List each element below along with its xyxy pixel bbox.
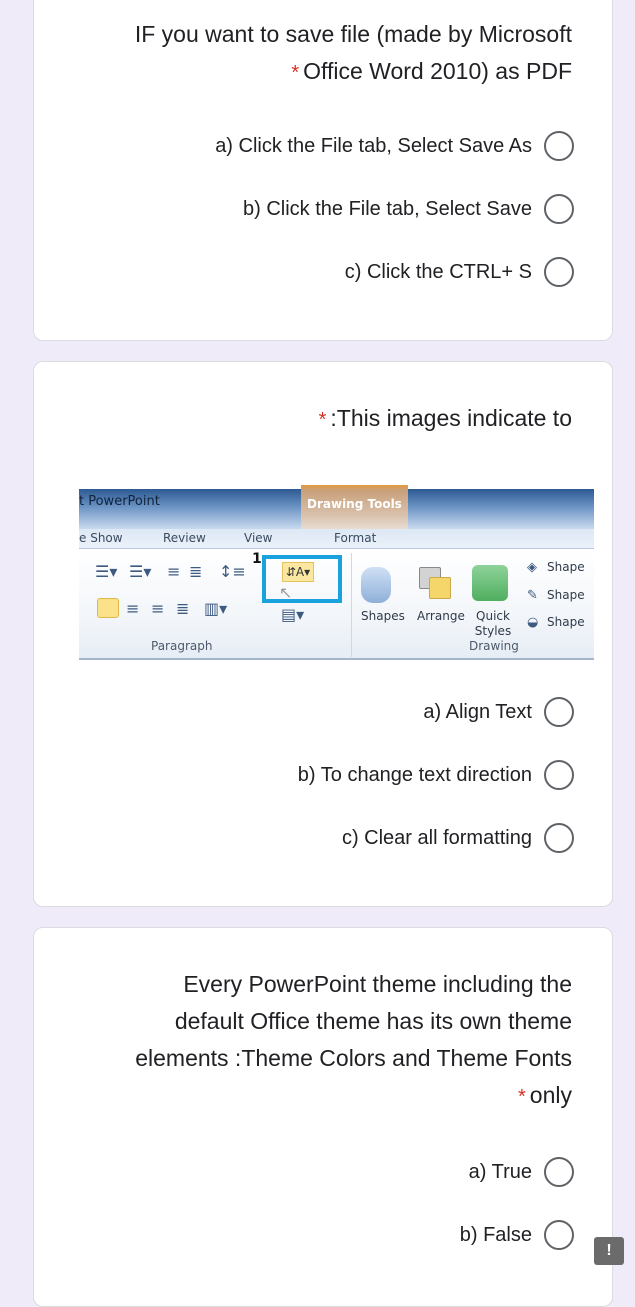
shape-outline-label: Shape [547, 588, 585, 602]
radio-button[interactable] [544, 257, 574, 287]
option-label: c) Clear all formatting [341, 826, 532, 849]
option-clear-formatting[interactable]: c) Clear all formatting [342, 823, 574, 853]
numbering-icon: ☰▾ [129, 562, 152, 581]
option-save-as[interactable]: a) Click the File tab, Select Save As [215, 131, 574, 161]
shapes-icon [361, 567, 391, 603]
question-title-line: IF you want to save file (made by Micros… [134, 21, 572, 47]
justify-icon: ≣ [176, 599, 190, 618]
shape-fill-icon: ◈ [527, 560, 537, 575]
question-card-save-pdf: IF you want to save file (made by Micros… [33, 0, 613, 341]
option-save[interactable]: b) Click the File tab, Select Save [243, 194, 574, 224]
question-title: Every PowerPoint theme including the def… [135, 966, 572, 1116]
align-center-icon: ≡ [126, 599, 140, 618]
option-text-direction[interactable]: b) To change text direction [298, 760, 574, 790]
question-title-line: Every PowerPoint theme including the [183, 971, 572, 997]
drawing-tools-label: Drawing Tools [307, 497, 402, 511]
option-true[interactable]: a) True [469, 1157, 574, 1187]
question-title: IF you want to save file (made by Micros… [135, 16, 572, 92]
group-separator [351, 553, 352, 657]
option-label: a) Align Text [423, 700, 532, 723]
app-title: t PowerPoint [79, 494, 160, 509]
question-title: *:This images indicate to [319, 400, 572, 439]
required-asterisk: * [518, 1086, 526, 1108]
tab-view: View [244, 531, 273, 545]
radio-button[interactable] [544, 1157, 574, 1187]
highlight-box [262, 555, 342, 603]
arrange-button: Arrange [417, 609, 465, 623]
option-align-text[interactable]: a) Align Text [423, 697, 574, 727]
radio-button[interactable] [544, 823, 574, 853]
required-asterisk: * [291, 62, 300, 84]
shape-outline-icon: ✎ [527, 588, 538, 603]
bullets-icon: ☰▾ [95, 562, 118, 581]
shape-fill-label: Shape [547, 560, 585, 574]
option-label: b) To change text direction [297, 763, 532, 786]
arrange-icon-front [429, 577, 451, 599]
quick-styles-button: Quick Styles [474, 609, 512, 638]
required-asterisk: * [318, 409, 327, 431]
align-left-icon [97, 598, 119, 618]
option-label: a) True [468, 1160, 532, 1183]
option-ctrl-s[interactable]: c) Click the CTRL+ S [345, 257, 574, 287]
radio-button[interactable] [544, 1220, 574, 1250]
option-label: a) Click the File tab, Select Save As [215, 134, 532, 157]
cursor-icon: ↖ [279, 583, 293, 602]
question-title-line: elements :Theme Colors and Theme Fonts [135, 1045, 572, 1071]
question-title-text: :This images indicate to [330, 405, 572, 431]
option-label: b) Click the File tab, Select Save [242, 197, 532, 220]
radio-button[interactable] [544, 697, 574, 727]
tab-review: Review [163, 531, 206, 545]
tab-slide-show: e Show [79, 531, 123, 545]
line-spacing-icon: ↕≡ [219, 562, 246, 581]
option-label: c) Click the CTRL+ S [344, 260, 532, 283]
feedback-button[interactable]: ! [594, 1237, 624, 1265]
radio-button[interactable] [544, 131, 574, 161]
question-card-theme: Every PowerPoint theme including the def… [33, 927, 613, 1307]
tab-format: Format [334, 531, 377, 545]
question-title-line: default Office theme has its own theme [174, 1008, 572, 1034]
callout-number: 1 [252, 551, 262, 567]
shape-effects-label: Shape [547, 615, 585, 629]
decrease-indent-icon: ≡ [167, 562, 181, 581]
question-title-line: only [529, 1082, 572, 1108]
option-label: b) False [459, 1223, 532, 1246]
ribbon-screenshot: t PowerPoint Drawing Tools e Show Review… [79, 485, 594, 663]
radio-button[interactable] [544, 760, 574, 790]
question-card-image: *:This images indicate to t PowerPoint D… [33, 361, 613, 907]
align-right-icon: ≡ [151, 599, 165, 618]
group-label-paragraph: Paragraph [151, 639, 213, 653]
radio-button[interactable] [544, 194, 574, 224]
option-false[interactable]: b) False [460, 1220, 574, 1250]
quick-styles-icon [472, 565, 508, 601]
smartart-icon: ▤▾ [281, 605, 305, 624]
columns-icon: ▥▾ [204, 599, 228, 618]
question-title-line: Office Word 2010) as PDF [303, 58, 572, 84]
shape-effects-icon: ◒ [527, 615, 539, 630]
group-label-drawing: Drawing [469, 639, 519, 653]
increase-indent-icon: ≣ [189, 562, 203, 581]
shapes-button: Shapes [361, 609, 405, 623]
